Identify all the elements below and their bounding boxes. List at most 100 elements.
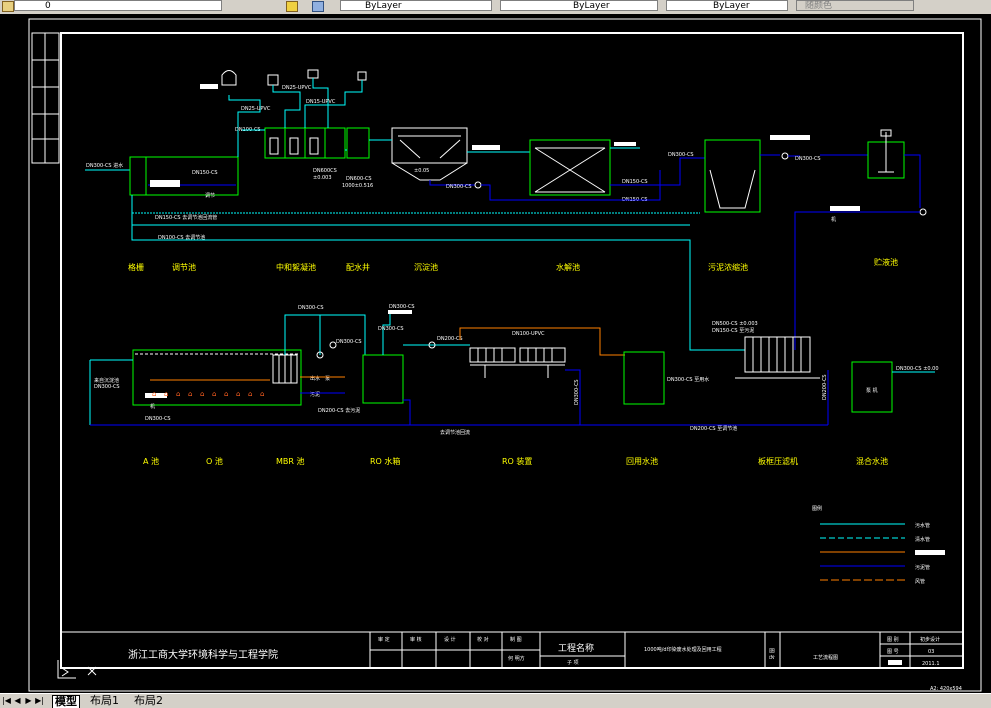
label-dn300-mix: DN300-CS ±0.00 [896,366,939,372]
label-dn15-upvc: DN15-UPVC [306,99,336,105]
bottom-label-3: RO 水箱 [370,456,400,466]
bottom-label-4: RO 装置 [502,456,532,466]
label-bottom-left-note: 机 [150,403,155,410]
label-ro-return: 去调节池回流 [440,429,470,436]
top-label-1: 调节池 [172,262,196,272]
top-label-6: 污泥浓缩池 [708,262,748,272]
label-dn300-right: DN300-CS [668,152,694,158]
drafter-name: 何 明方 [508,655,525,662]
svg-text:⌂: ⌂ [212,390,216,398]
drawing-name: 工艺流程图 [813,654,838,661]
layer-dropdown-value: 0 [45,1,51,11]
plotstyle-dropdown[interactable]: 随颜色 [796,0,914,11]
header-cell-3: 校 对 [477,636,489,643]
tab-model-label: 模型 [55,695,77,708]
legend-item-1: 清水管 [915,536,930,543]
unit-regulating-tank[interactable] [145,156,239,196]
svg-text:⌂: ⌂ [260,390,264,398]
unit-distribution-well[interactable] [346,127,370,159]
layer-dropdown[interactable]: 0 [14,0,222,11]
bottom-label-5: 回用水池 [626,456,658,466]
label-dn25-upvc-2: DN25-UPVC [282,85,312,91]
top-label-3: 配水井 [346,262,370,272]
bottom-process-line: 来自沉淀池 DN300-CS 机 ⌂ ⌂ ⌂ ⌂ ⌂ ⌂ ⌂ ⌂ ⌂ ⌂ DN300-CS … [89,304,939,436]
institution-name: 浙江工商大学环境科学与工程学院 [128,648,278,661]
linetype-dropdown-value: ByLayer [573,1,610,11]
label-box-regulating [150,180,180,187]
label-dn300-reuse: DN300-CS 至用水 [667,376,709,383]
legend-title: 图例 [812,505,822,512]
svg-text:⌂: ⌂ [176,390,180,398]
prev-tab-icon[interactable]: ◀ [13,696,22,706]
unit-reuse-pool[interactable] [623,351,665,405]
cad-drawing: DN300-CS 进水 DN150-CS 调节 DN150-CS 去调节池回流管… [28,18,982,692]
color-dropdown[interactable]: ByLayer [340,0,492,11]
label-dn100-return: DN100-CS 去调节池 [158,234,205,241]
unit-sludge-thickener[interactable] [704,139,761,213]
label-dn200-return: DN200-CS 至调节池 [690,425,737,432]
drawing-canvas[interactable]: DN300-CS 进水 DN150-CS 调节 DN150-CS 去调节池回流管… [0,14,991,693]
svg-text:⌂: ⌂ [152,390,156,398]
top-unit-labels: 格栅 调节池 中和絮凝池 配水井 沉淀池 水解池 污泥浓缩池 贮液池 [128,257,898,272]
properties-toolbar: 0 ByLayer ByLayer ByLayer 随颜色 [0,0,991,15]
header-cell-2: 设 计 [444,636,456,643]
label-dim-1000: 1000±0.516 [342,183,373,189]
svg-text:⌂: ⌂ [236,390,240,398]
tab-layout2-label: 布局2 [134,694,163,707]
unit-grille[interactable] [129,156,147,196]
tab-layout2[interactable]: 布局2 [132,695,165,707]
top-label-5: 水解池 [556,262,580,272]
last-tab-icon[interactable]: ▶| [35,696,44,706]
outer-frame [28,18,982,692]
label-dn300-upper: DN300-CS [795,156,821,162]
top-label-0: 格栅 [128,262,144,272]
unit-ro-device[interactable] [469,347,566,378]
label-dn300-cs-b: DN300-CS [378,326,404,332]
label-dn300-pump: DN300-CS [446,184,472,190]
legend-item-0: 污水管 [915,522,930,529]
layout-tab-bar: |◀ ◀ ▶ ▶| 模型 布局1 布局2 [0,693,991,708]
label-dn25-upvc-1: DN25-UPVC [241,106,271,112]
bottom-label-0: A 池 [143,456,159,466]
unit-mix-pool[interactable] [851,361,893,413]
tab-layout1[interactable]: 布局1 [88,695,121,707]
label-right-pump: 机 [831,216,836,223]
label-dn300-cs-a: DN300-CS [389,304,415,310]
label-dn300-mbr-in: DN300-CS [298,305,324,311]
dosing-tank[interactable] [221,70,237,86]
bottom-label-7: 混合水池 [856,456,888,466]
top-process-line: DN300-CS 进水 DN150-CS 调节 DN150-CS 去调节池回流管… [85,69,927,351]
header-cell-0: 审 定 [378,636,390,643]
label-elev-1: ±0.003 [313,175,332,181]
legend-item-3: 污泥管 [915,564,930,571]
label-dn200-cs: DN200-CS [437,336,463,342]
label-elev-2: ±0.05 [414,168,429,174]
make-current-icon[interactable] [286,1,298,12]
label-dn150-outlet: DN150-CS [622,179,648,185]
label-dn150-return: DN150-CS 去调节池回流管 [155,214,217,221]
linetype-dropdown[interactable]: ByLayer [500,0,658,11]
tab-model[interactable]: 模型 [52,695,80,708]
label-a-pool-note1: 来自沉淀池 [94,377,119,384]
layer-previous-icon[interactable] [312,1,324,12]
first-tab-icon[interactable]: |◀ [2,696,11,706]
layer-state-icon[interactable] [2,1,14,12]
bottom-label-2: MBR 池 [276,456,305,466]
lineweight-dropdown[interactable]: ByLayer [666,0,788,11]
label-mix-pump: 泵 机 [866,387,878,394]
top-label-2: 中和絮凝池 [276,262,316,272]
date-value: 2011.1 [922,661,940,667]
number-label: 图 号 [887,649,899,655]
label-dn300-ao: DN300-CS [145,416,171,422]
legend-item-4: 风管 [915,578,925,585]
header-cell-1: 审 核 [410,636,422,643]
unit-filter-press[interactable] [735,336,820,379]
unit-sedimentation-tank[interactable] [391,127,468,164]
tab-layout1-label: 布局1 [90,694,119,707]
next-tab-icon[interactable]: ▶ [24,696,33,706]
bottom-label-6: 板框压滤机 [758,456,798,466]
label-dn300-bottom: DN300-CS [574,379,580,405]
bottom-unit-labels: A 池 O 池 MBR 池 RO 水箱 RO 装置 回用水池 板框压滤机 混合水… [143,456,888,466]
unit-ro-water-tank[interactable] [362,354,404,404]
color-dropdown-value: ByLayer [365,1,402,11]
